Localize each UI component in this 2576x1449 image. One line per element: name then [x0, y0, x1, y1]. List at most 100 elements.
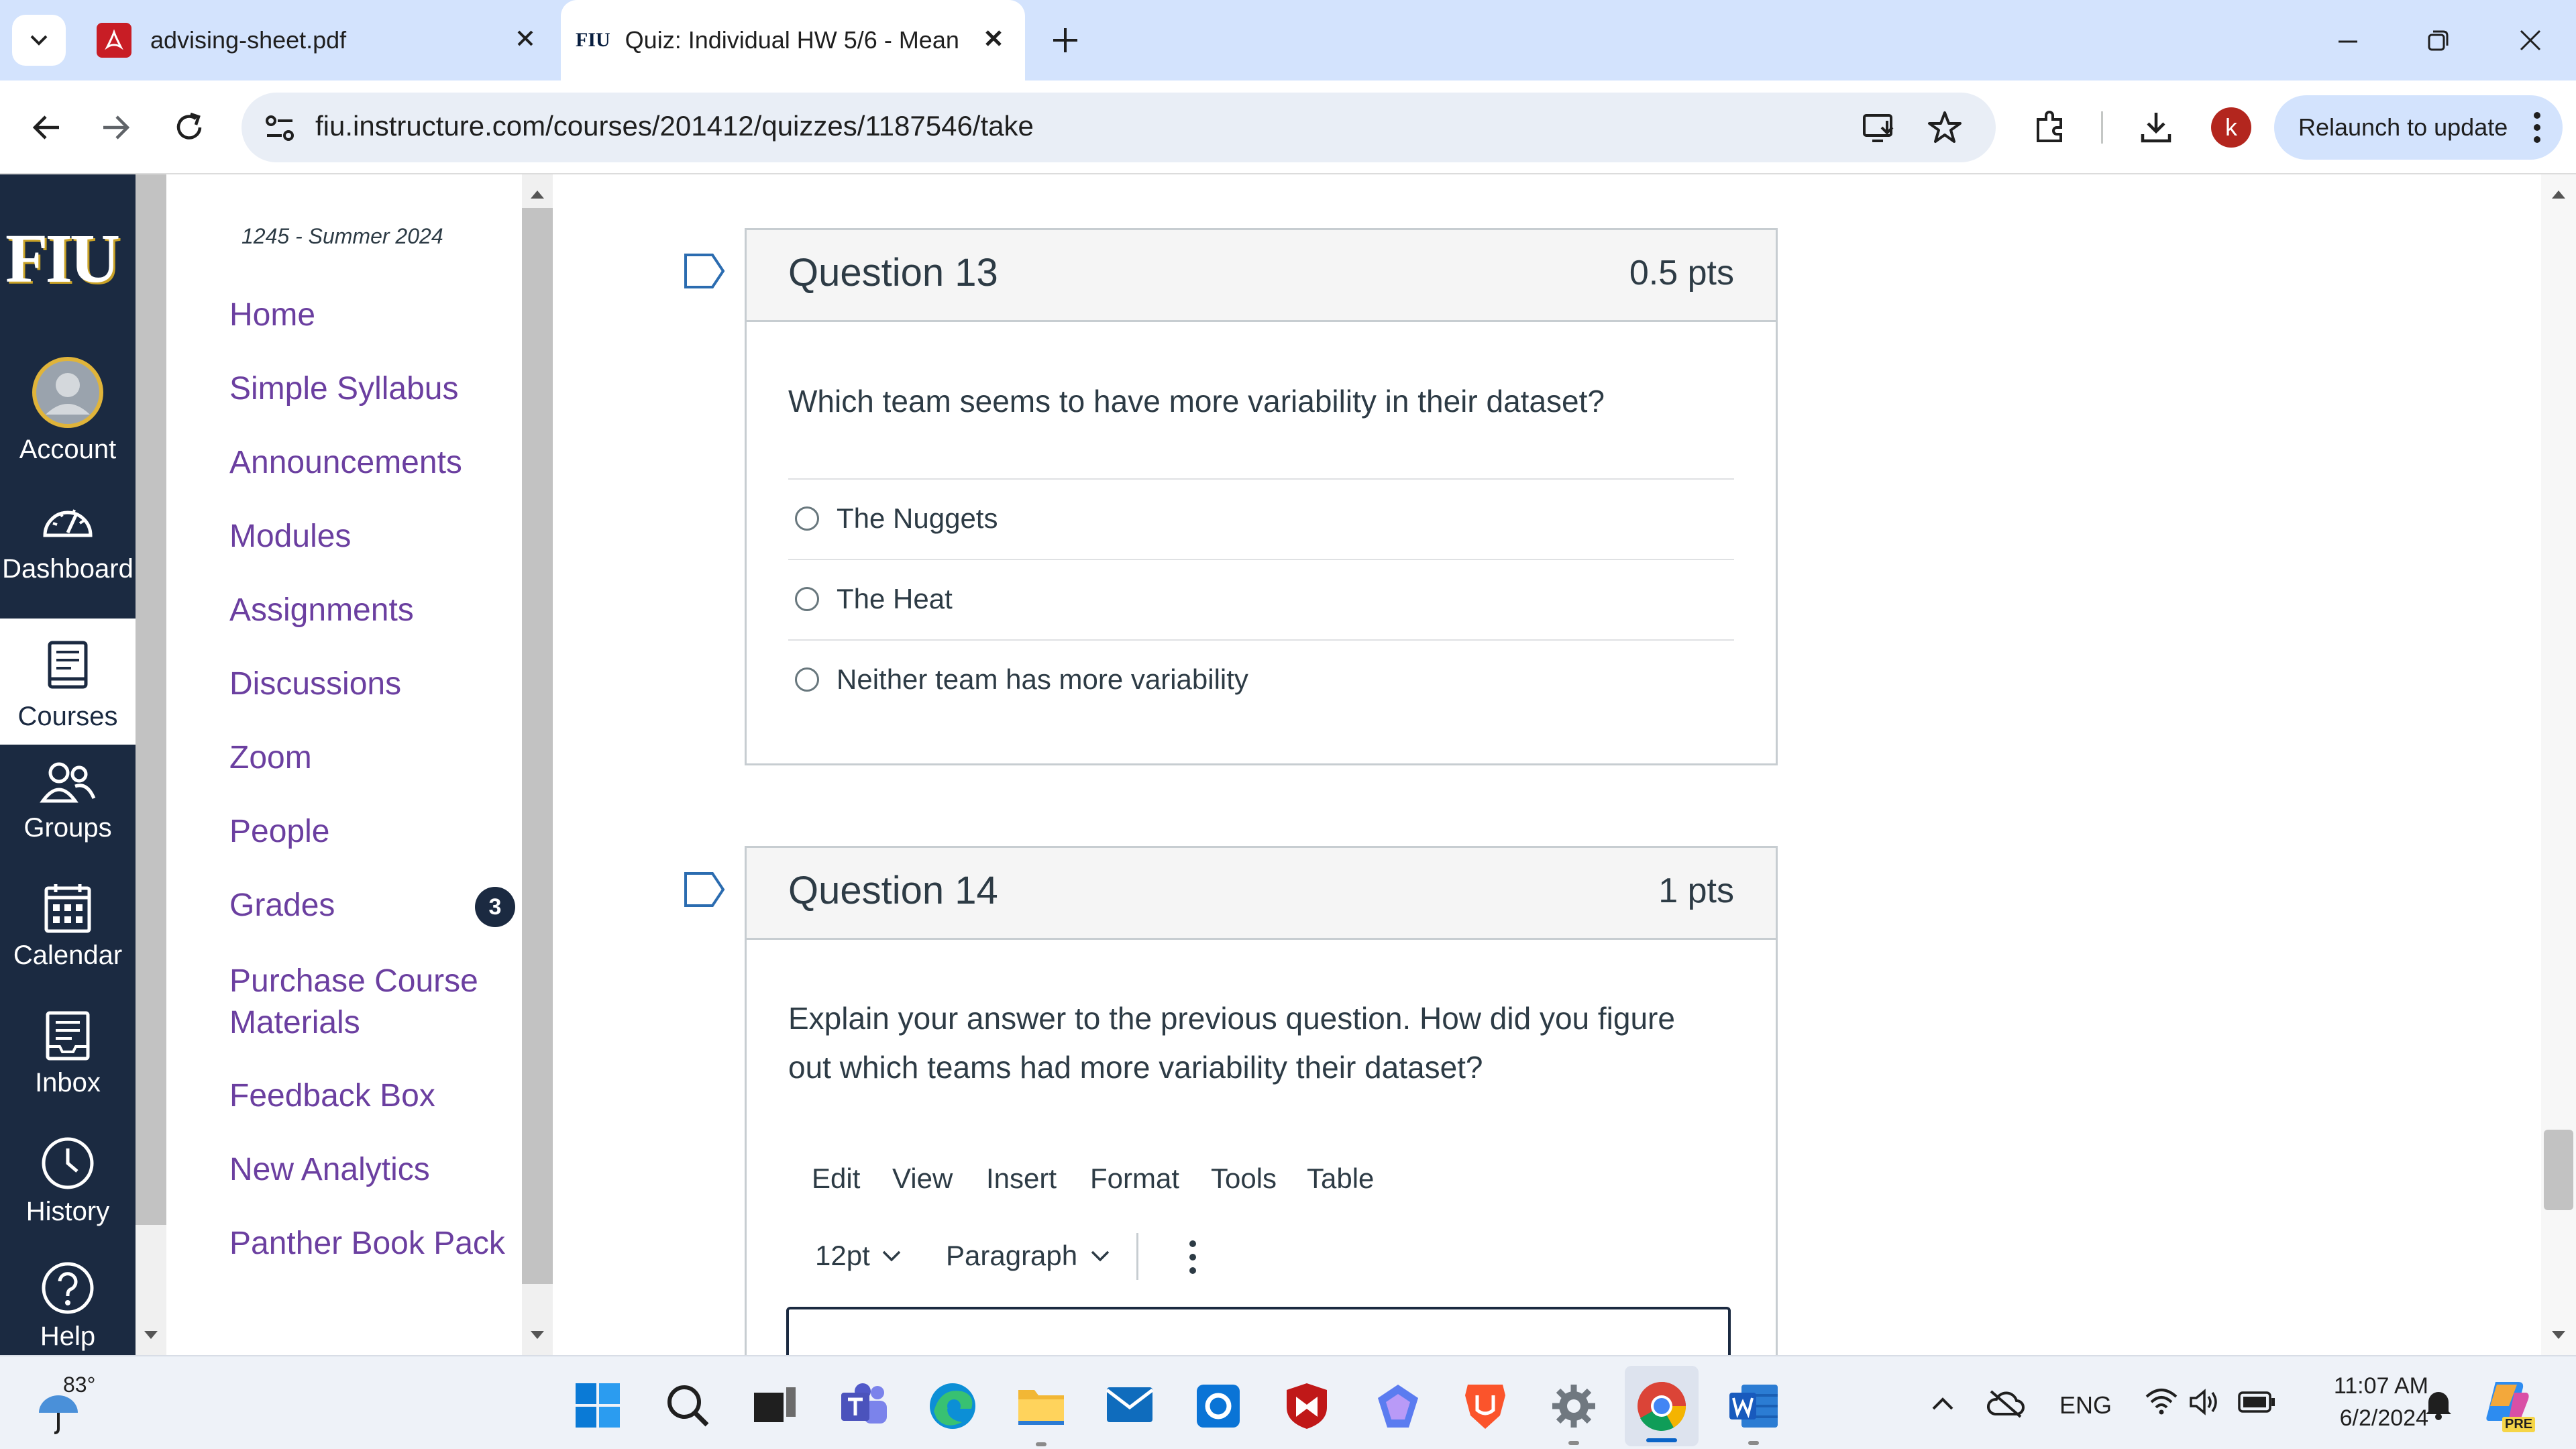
answer-option[interactable]: Neither team has more variability	[788, 639, 1734, 718]
nav-calendar[interactable]: Calendar	[0, 881, 136, 989]
profile-avatar[interactable]: k	[2211, 107, 2251, 148]
course-nav-modules[interactable]: Modules	[229, 518, 351, 555]
show-hidden-icons-button[interactable]	[1929, 1390, 1956, 1417]
global-nav-scrollbar[interactable]	[136, 174, 166, 1355]
relaunch-to-update-button[interactable]: Relaunch to update	[2274, 95, 2563, 160]
start-button[interactable]	[574, 1382, 621, 1429]
close-window-button[interactable]	[2510, 20, 2551, 60]
downloads-icon[interactable]	[2136, 107, 2176, 148]
address-bar[interactable]: fiu.instructure.com/courses/201412/quizz…	[241, 93, 1996, 162]
nav-help[interactable]: Help	[0, 1260, 136, 1355]
course-nav-purchase-course-materials[interactable]: Purchase Course Materials	[229, 961, 511, 1044]
course-nav-new-analytics[interactable]: New Analytics	[229, 1151, 430, 1188]
course-nav-assignments[interactable]: Assignments	[229, 592, 414, 629]
onedrive-status[interactable]	[1986, 1389, 2026, 1418]
site-info-icon[interactable]	[262, 110, 298, 146]
font-size-dropdown[interactable]: 12pt	[815, 1240, 902, 1272]
scroll-down-arrow-icon[interactable]	[2541, 1322, 2576, 1348]
nav-dashboard[interactable]: Dashboard	[0, 495, 136, 602]
volume-status[interactable]	[2188, 1387, 2223, 1417]
outlook-app[interactable]	[1194, 1382, 1242, 1430]
chrome-app-active[interactable]	[1625, 1366, 1699, 1446]
course-nav-people[interactable]: People	[229, 813, 329, 850]
block-format-dropdown[interactable]: Paragraph	[946, 1240, 1111, 1272]
new-tab-button[interactable]	[1048, 23, 1083, 58]
nav-account[interactable]: Account	[0, 356, 136, 470]
mail-app[interactable]	[1104, 1383, 1155, 1426]
wifi-status[interactable]	[2144, 1386, 2179, 1415]
copilot-preview-button[interactable]: PRE	[2482, 1379, 2536, 1433]
editor-menu-insert[interactable]: Insert	[986, 1163, 1057, 1195]
scroll-down-arrow-icon[interactable]	[522, 1322, 553, 1348]
forward-button[interactable]	[95, 107, 136, 148]
course-nav-discussions[interactable]: Discussions	[229, 665, 401, 702]
flag-question-13-icon[interactable]	[683, 252, 726, 290]
scroll-down-arrow-icon[interactable]	[136, 1322, 166, 1348]
scrollbar-thumb[interactable]	[522, 208, 553, 1284]
scrollbar-thumb[interactable]	[136, 174, 166, 1225]
close-icon[interactable]	[982, 27, 1005, 50]
scrollbar-thumb[interactable]	[2544, 1130, 2573, 1210]
install-app-icon[interactable]	[1860, 109, 1899, 148]
nav-inbox[interactable]: Inbox	[0, 1009, 136, 1116]
file-explorer-app[interactable]	[1016, 1382, 1067, 1446]
clock[interactable]: 11:07 AM 6/2/2024	[2294, 1370, 2428, 1434]
url-text[interactable]: fiu.instructure.com/courses/201412/quizz…	[315, 110, 1034, 142]
input-language[interactable]: ENG	[2059, 1391, 2112, 1419]
weather-widget[interactable]: 83°	[35, 1370, 115, 1444]
copilot-app[interactable]	[1373, 1381, 1424, 1432]
settings-app[interactable]	[1550, 1382, 1598, 1445]
answer-option[interactable]: The Nuggets	[788, 478, 1734, 557]
course-nav-simple-syllabus[interactable]: Simple Syllabus	[229, 370, 458, 407]
course-nav-scrollbar[interactable]	[522, 174, 553, 1355]
answer-label: Neither team has more variability	[837, 663, 1248, 695]
battery-status[interactable]	[2238, 1391, 2275, 1413]
running-indicator	[1568, 1441, 1579, 1445]
tab-search-button[interactable]	[12, 15, 66, 66]
tab-advising-sheet[interactable]: advising-sheet.pdf	[80, 0, 550, 80]
course-nav-zoom[interactable]: Zoom	[229, 739, 312, 776]
minimize-button[interactable]	[2328, 20, 2368, 60]
extensions-icon[interactable]	[2030, 107, 2070, 148]
tab-quiz-active[interactable]: FIU Quiz: Individual HW 5/6 - Mean	[561, 0, 1025, 80]
editor-more-icon[interactable]	[1187, 1238, 1198, 1276]
editor-menu-tools[interactable]: Tools	[1211, 1163, 1277, 1195]
editor-menu-view[interactable]: View	[892, 1163, 953, 1195]
page-scrollbar[interactable]	[2541, 174, 2576, 1355]
taskbar-search-button[interactable]	[664, 1382, 711, 1429]
answer-option[interactable]: The Heat	[788, 559, 1734, 638]
close-icon[interactable]	[514, 27, 537, 50]
mcafee-app[interactable]	[1283, 1381, 1331, 1432]
course-nav-grades[interactable]: Grades	[229, 887, 335, 924]
radio-button[interactable]	[795, 587, 819, 611]
brave-app[interactable]	[1461, 1381, 1509, 1432]
editor-menu-format[interactable]: Format	[1090, 1163, 1179, 1195]
radio-button[interactable]	[795, 667, 819, 692]
reload-button[interactable]	[169, 107, 209, 148]
nav-history[interactable]: History	[0, 1135, 136, 1242]
course-nav-home[interactable]: Home	[229, 297, 315, 333]
notifications-button[interactable]	[2423, 1387, 2454, 1421]
editor-menu-table[interactable]: Table	[1307, 1163, 1374, 1195]
task-view-button[interactable]	[751, 1383, 798, 1428]
nav-courses[interactable]: Courses	[0, 619, 136, 745]
edge-app[interactable]	[927, 1381, 978, 1432]
copilot-icon	[1378, 1385, 1418, 1428]
course-nav-announcements[interactable]: Announcements	[229, 444, 462, 481]
course-nav-feedback-box[interactable]: Feedback Box	[229, 1077, 435, 1114]
fiu-logo[interactable]: FIU	[5, 219, 120, 299]
nav-groups[interactable]: Groups	[0, 758, 136, 865]
restore-button[interactable]	[2418, 20, 2458, 60]
course-nav-panther-book-pack[interactable]: Panther Book Pack	[229, 1225, 505, 1262]
flag-question-14-icon[interactable]	[683, 871, 726, 908]
bookmark-star-icon[interactable]	[1925, 109, 1964, 148]
mail-icon	[1106, 1387, 1154, 1422]
teams-app[interactable]	[839, 1381, 890, 1432]
radio-button[interactable]	[795, 506, 819, 531]
back-button[interactable]	[27, 107, 67, 148]
editor-menu-edit[interactable]: Edit	[812, 1163, 860, 1195]
scroll-up-arrow-icon[interactable]	[2541, 181, 2576, 208]
word-app[interactable]	[1728, 1382, 1779, 1445]
more-menu-icon[interactable]	[2532, 110, 2542, 145]
scroll-up-arrow-icon[interactable]	[522, 181, 553, 208]
